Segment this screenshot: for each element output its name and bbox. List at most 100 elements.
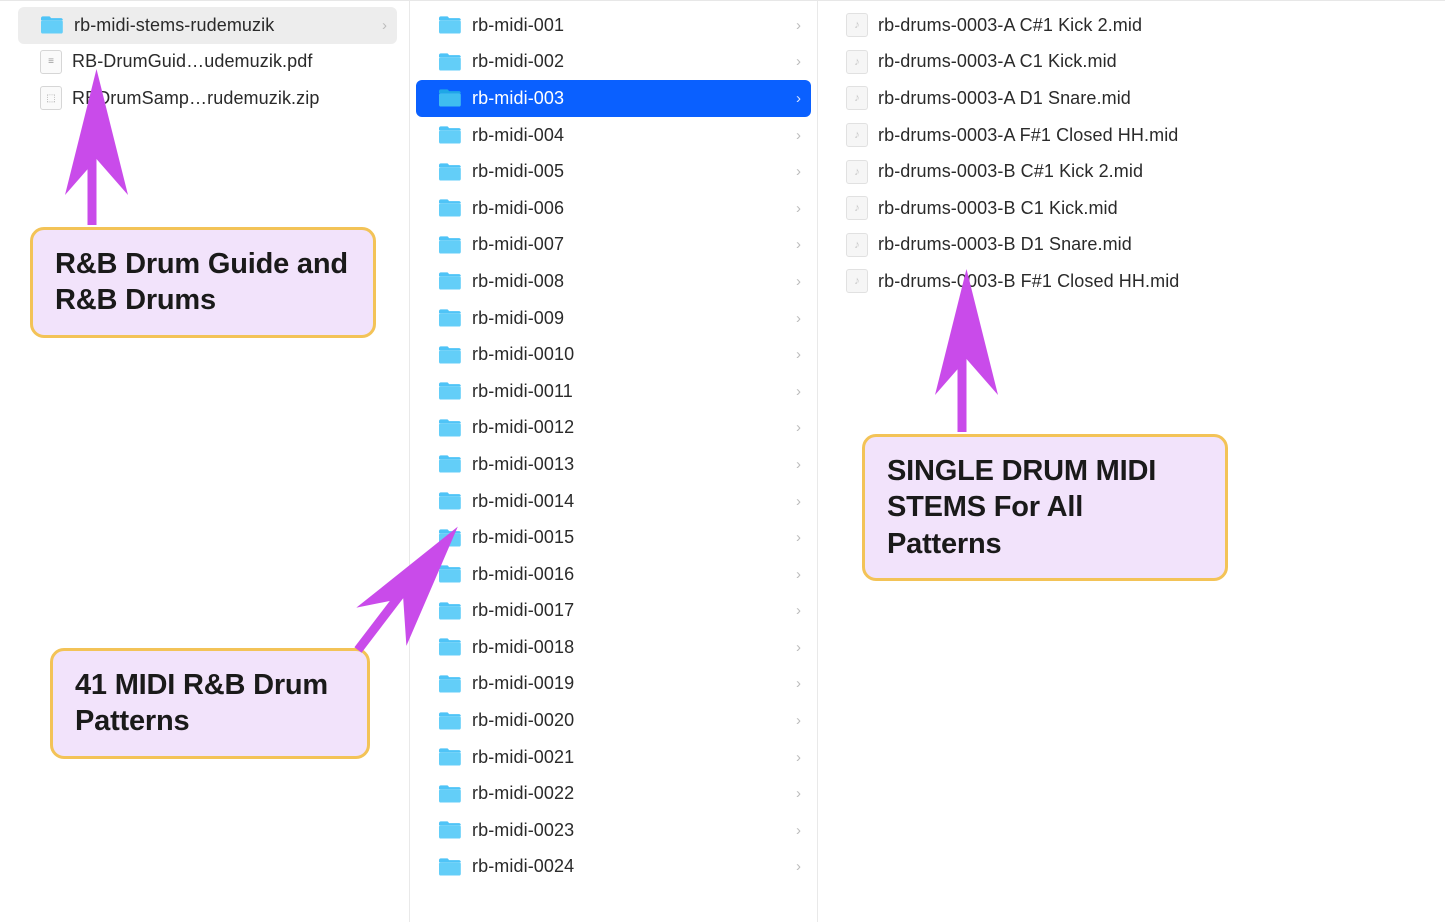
row-label: rb-midi-003	[472, 88, 786, 109]
folder-row[interactable]: rb-midi-003 ›	[416, 80, 811, 117]
file-row[interactable]: rb-drums-0003-A C1 Kick.mid	[824, 44, 1439, 81]
row-label: rb-midi-0014	[472, 491, 786, 512]
row-label: rb-drums-0003-B C1 Kick.mid	[878, 198, 1431, 219]
midi-file-icon	[846, 269, 868, 293]
folder-row[interactable]: rb-midi-0012›	[416, 410, 811, 447]
row-label: rb-midi-0023	[472, 820, 786, 841]
row-label: RB-DrumGuid…udemuzik.pdf	[72, 51, 389, 72]
folder-icon	[438, 161, 462, 183]
chevron-right-icon: ›	[796, 236, 803, 253]
folder-row[interactable]: rb-midi-stems-rudemuzik›	[18, 7, 397, 44]
folder-icon	[438, 380, 462, 402]
row-label: rb-midi-0012	[472, 417, 786, 438]
file-row[interactable]: rb-drums-0003-A F#1 Closed HH.mid	[824, 117, 1439, 154]
row-label: rb-midi-0024	[472, 856, 786, 877]
folder-row[interactable]: rb-midi-0023›	[416, 812, 811, 849]
chevron-right-icon: ›	[796, 749, 803, 766]
file-row[interactable]: rb-drums-0003-B D1 Snare.mid	[824, 227, 1439, 264]
folder-icon	[438, 819, 462, 841]
file-row[interactable]: ⬚RBDrumSamp…rudemuzik.zip	[18, 80, 397, 117]
chevron-right-icon: ›	[796, 712, 803, 729]
row-label: rb-midi-0015	[472, 527, 786, 548]
folder-row[interactable]: rb-midi-0022›	[416, 775, 811, 812]
row-label: rb-midi-0011	[472, 381, 786, 402]
folder-row[interactable]: rb-midi-0015›	[416, 519, 811, 556]
row-label: rb-drums-0003-A D1 Snare.mid	[878, 88, 1431, 109]
row-label: rb-midi-stems-rudemuzik	[74, 15, 372, 36]
row-label: rb-midi-0016	[472, 564, 786, 585]
chevron-right-icon: ›	[796, 493, 803, 510]
chevron-right-icon: ›	[796, 785, 803, 802]
file-row[interactable]: rb-drums-0003-B C1 Kick.mid	[824, 190, 1439, 227]
midi-file-icon	[846, 123, 868, 147]
folder-row[interactable]: rb-midi-009 ›	[416, 300, 811, 337]
folder-icon	[40, 14, 64, 36]
finder-column-1: rb-midi-stems-rudemuzik›≡RB-DrumGuid…ude…	[0, 1, 410, 922]
folder-row[interactable]: rb-midi-0024 ›	[416, 849, 811, 886]
folder-icon	[438, 51, 462, 73]
folder-row[interactable]: rb-midi-0016 ›	[416, 556, 811, 593]
folder-row[interactable]: rb-midi-0021 ›	[416, 739, 811, 776]
chevron-right-icon: ›	[796, 273, 803, 290]
folder-icon	[438, 783, 462, 805]
folder-icon	[438, 234, 462, 256]
row-label: rb-midi-006	[472, 198, 786, 219]
row-label: rb-drums-0003-B D1 Snare.mid	[878, 234, 1431, 255]
folder-icon	[438, 124, 462, 146]
file-row[interactable]: rb-drums-0003-A C#1 Kick 2.mid	[824, 7, 1439, 44]
file-row[interactable]: rb-drums-0003-B F#1 Closed HH.mid	[824, 263, 1439, 300]
midi-file-icon	[846, 50, 868, 74]
chevron-right-icon: ›	[796, 456, 803, 473]
chevron-right-icon: ›	[796, 346, 803, 363]
annotation-callout-drumguide: R&B Drum Guide and R&B Drums	[30, 227, 376, 338]
chevron-right-icon: ›	[796, 566, 803, 583]
folder-icon	[438, 636, 462, 658]
folder-row[interactable]: rb-midi-008›	[416, 263, 811, 300]
chevron-right-icon: ›	[796, 602, 803, 619]
folder-row[interactable]: rb-midi-0019›	[416, 666, 811, 703]
folder-row[interactable]: rb-midi-006›	[416, 190, 811, 227]
row-label: rb-midi-009	[472, 308, 786, 329]
folder-icon	[438, 600, 462, 622]
chevron-right-icon: ›	[796, 90, 803, 107]
row-label: rb-drums-0003-A C1 Kick.mid	[878, 51, 1431, 72]
folder-row[interactable]: rb-midi-0018›	[416, 629, 811, 666]
row-label: rb-midi-007	[472, 234, 786, 255]
annotation-callout-patterns: 41 MIDI R&B Drum Patterns	[50, 648, 370, 759]
finder-column-2: rb-midi-001› rb-midi-002› rb-midi-003 › r…	[410, 1, 818, 922]
row-label: rb-midi-0013	[472, 454, 786, 475]
folder-row[interactable]: rb-midi-0010›	[416, 336, 811, 373]
chevron-right-icon: ›	[796, 383, 803, 400]
folder-row[interactable]: rb-midi-0013 ›	[416, 446, 811, 483]
folder-row[interactable]: rb-midi-007 ›	[416, 227, 811, 264]
file-row[interactable]: rb-drums-0003-B C#1 Kick 2.mid	[824, 153, 1439, 190]
folder-row[interactable]: rb-midi-004›	[416, 117, 811, 154]
folder-icon	[438, 710, 462, 732]
chevron-right-icon: ›	[796, 53, 803, 70]
folder-row[interactable]: rb-midi-0014 ›	[416, 483, 811, 520]
folder-icon	[438, 563, 462, 585]
chevron-right-icon: ›	[796, 858, 803, 875]
row-label: rb-drums-0003-B F#1 Closed HH.mid	[878, 271, 1431, 292]
file-row[interactable]: rb-drums-0003-A D1 Snare.mid	[824, 80, 1439, 117]
folder-icon	[438, 527, 462, 549]
folder-row[interactable]: rb-midi-0011 ›	[416, 373, 811, 410]
chevron-right-icon: ›	[796, 310, 803, 327]
folder-icon	[438, 453, 462, 475]
folder-icon	[438, 307, 462, 329]
file-row[interactable]: ≡RB-DrumGuid…udemuzik.pdf	[18, 44, 397, 81]
folder-icon	[438, 856, 462, 878]
folder-row[interactable]: rb-midi-0017›	[416, 593, 811, 630]
folder-row[interactable]: rb-midi-002›	[416, 44, 811, 81]
zip-file-icon: ⬚	[40, 86, 62, 110]
folder-icon	[438, 87, 462, 109]
row-label: rb-midi-0020	[472, 710, 786, 731]
midi-file-icon	[846, 233, 868, 257]
row-label: rb-midi-004	[472, 125, 786, 146]
row-label: rb-midi-0021	[472, 747, 786, 768]
folder-icon	[438, 746, 462, 768]
folder-icon	[438, 344, 462, 366]
folder-row[interactable]: rb-midi-0020 ›	[416, 702, 811, 739]
folder-row[interactable]: rb-midi-001›	[416, 7, 811, 44]
folder-row[interactable]: rb-midi-005›	[416, 153, 811, 190]
